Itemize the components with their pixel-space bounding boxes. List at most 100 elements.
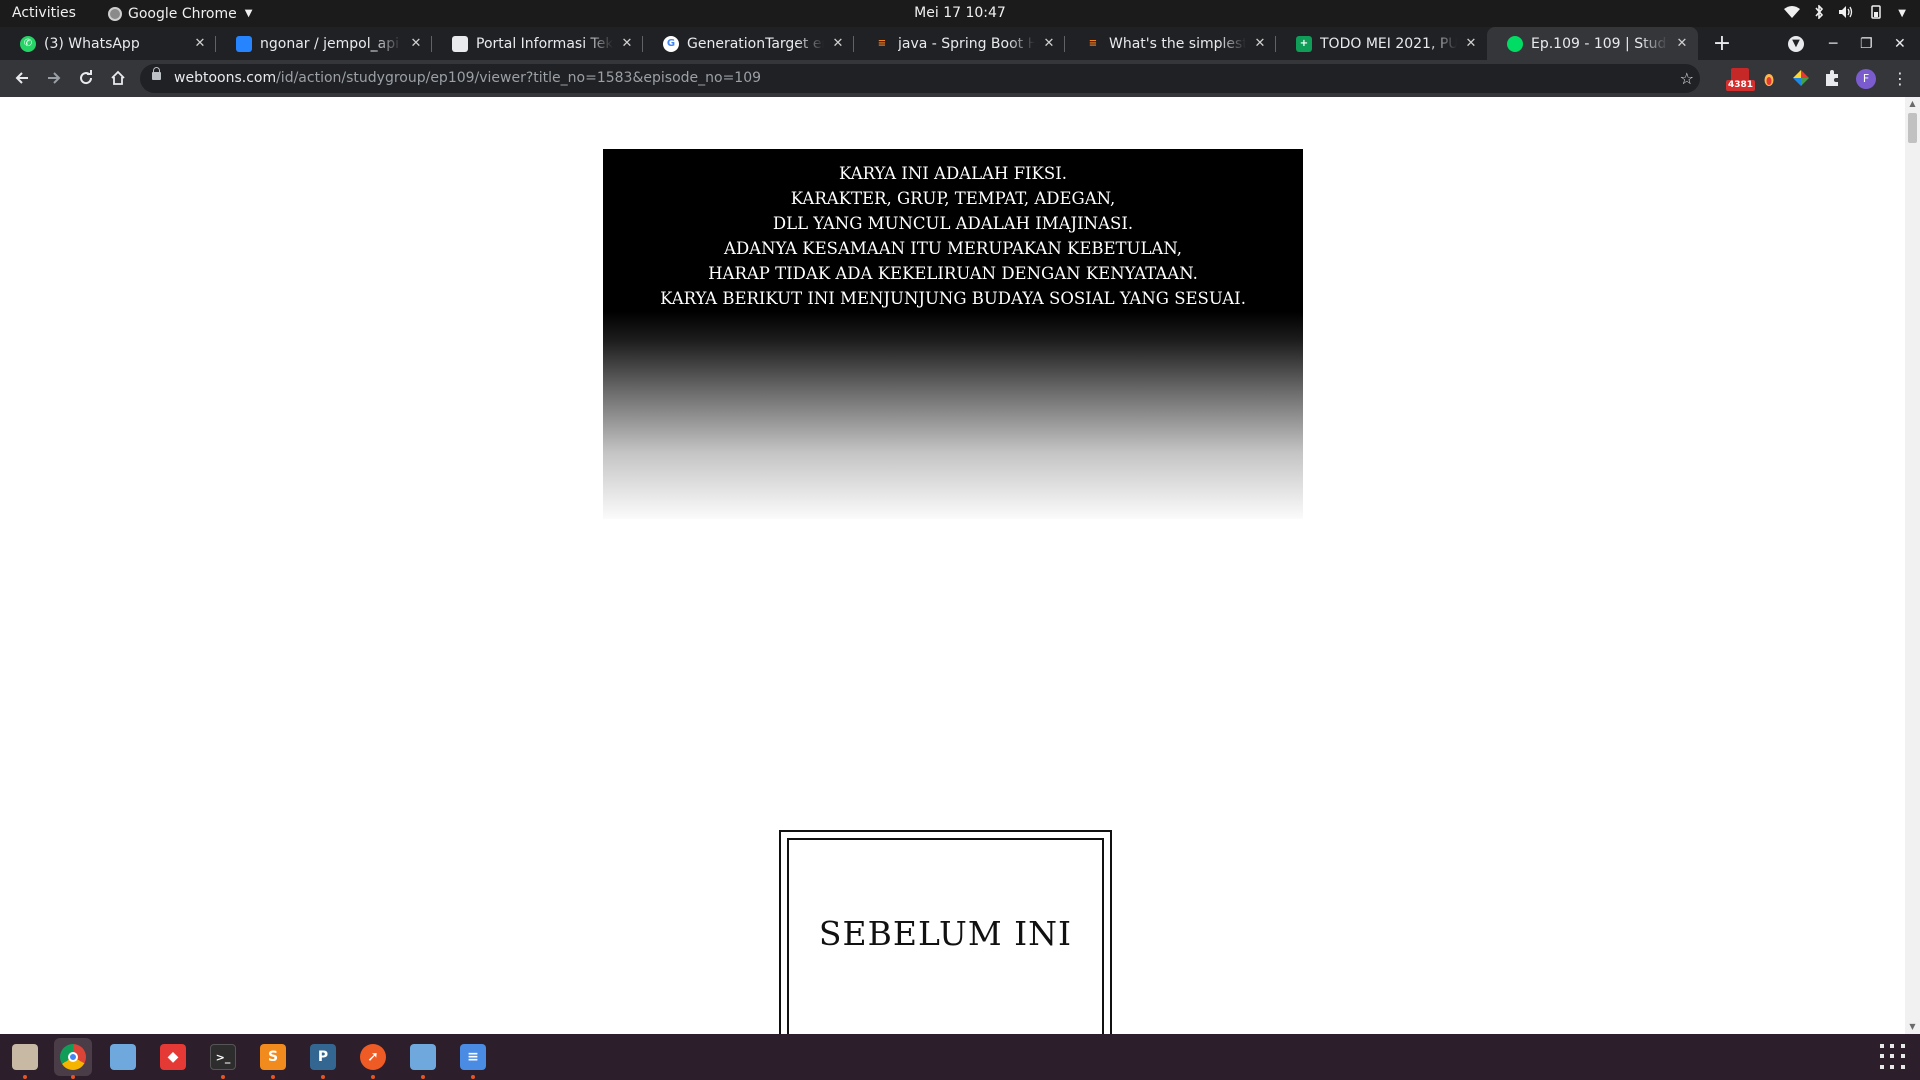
dock: ◆ >_ S P ➚ ≡ [0, 1034, 1920, 1080]
close-icon[interactable]: ✕ [1674, 36, 1690, 52]
stackoverflow-icon: ≡ [1088, 38, 1098, 49]
forward-button[interactable] [40, 60, 68, 97]
previously-title: SEBELUM INI [818, 914, 1073, 953]
scroll-up-arrow-icon[interactable]: ▲ [1905, 97, 1920, 111]
mail-checker-extension[interactable]: 4381 [1726, 68, 1756, 92]
dock-git-client[interactable]: ◆ [154, 1038, 192, 1076]
page-viewport: KARYA INI ADALAH FIKSI. KARAKTER, GRUP, … [0, 97, 1905, 1034]
address-bar[interactable]: webtoons.com/id/action/studygroup/ep109/… [140, 64, 1700, 93]
chrome-icon [108, 6, 122, 21]
tab-bitbucket[interactable]: ngonar / jempol_api · ✕ [216, 27, 432, 60]
minimize-button[interactable]: ─ [1829, 27, 1837, 60]
tab-stackoverflow-1[interactable]: ≡ java - Spring Boot Hib ✕ [854, 27, 1065, 60]
tab-title: (3) WhatsApp [44, 35, 140, 52]
tab-title: What's the simplest w [1109, 35, 1246, 52]
tab-strip: ✆ (3) WhatsApp ✕ ngonar / jempol_api · ✕… [0, 27, 1920, 60]
volume-icon [1838, 5, 1854, 23]
dock-virtualbox[interactable] [104, 1038, 142, 1076]
system-top-bar: Activities Google Chrome ▼ Mei 17 10:47 … [0, 0, 1920, 27]
minimize-icon: ─ [1829, 35, 1838, 52]
tab-portal-informasi[interactable]: Portal Informasi Tekn ✕ [432, 27, 643, 60]
sublime-icon: S [260, 1044, 286, 1070]
new-tab-button[interactable]: + [1708, 27, 1736, 60]
clock[interactable]: Mei 17 10:47 [0, 0, 1920, 27]
back-button[interactable] [8, 60, 36, 97]
profile-avatar[interactable]: F [1856, 69, 1876, 89]
restore-button[interactable]: ❐ [1860, 27, 1873, 60]
url-path: /id/action/studygroup/ep109/viewer?title… [276, 70, 762, 86]
tab-search-button[interactable]: ▼ [1788, 27, 1804, 60]
terminal-icon: >_ [210, 1044, 236, 1070]
dock-pgadmin[interactable]: P [304, 1038, 342, 1079]
chevron-down-icon: ▼ [244, 8, 253, 19]
app-menu[interactable]: Google Chrome ▼ [108, 0, 252, 27]
system-tray[interactable]: ▼ [1784, 0, 1906, 27]
home-button[interactable] [104, 60, 132, 97]
dock-terminal[interactable]: >_ [204, 1038, 242, 1079]
git-icon: ◆ [160, 1044, 186, 1070]
close-icon[interactable]: ✕ [619, 36, 635, 52]
battery-icon [1868, 4, 1884, 23]
disclaimer-line: KARYA INI ADALAH FIKSI. [839, 164, 1067, 183]
lock-icon[interactable] [152, 67, 161, 80]
forward-arrow-icon [48, 72, 61, 84]
bitbucket-icon [236, 35, 252, 52]
dock-postman[interactable]: ➚ [354, 1038, 392, 1079]
show-applications-icon[interactable] [1880, 1044, 1906, 1070]
back-arrow-icon [15, 72, 28, 84]
color-picker-extension[interactable] [1792, 69, 1810, 89]
document-icon: ≡ [460, 1044, 486, 1070]
files-icon [12, 1044, 38, 1070]
scrollbar-thumb[interactable] [1908, 113, 1917, 143]
dock-sublime[interactable]: S [254, 1038, 292, 1079]
google-icon: G [663, 35, 679, 52]
dock-files[interactable] [6, 1038, 44, 1079]
sheets-icon: + [1296, 35, 1312, 52]
dock-virtualbox-2[interactable] [404, 1038, 442, 1079]
tab-title: GenerationTarget enc [687, 35, 824, 52]
extension-icon[interactable] [1763, 69, 1775, 89]
app-menu-label: Google Chrome [128, 5, 237, 22]
dock-document[interactable]: ≡ [454, 1038, 492, 1079]
activities-button[interactable]: Activities [12, 0, 76, 27]
bluetooth-icon [1814, 3, 1824, 23]
page-icon [452, 35, 468, 52]
tab-webtoon-active[interactable]: Ep.109 - 109 | Study G ✕ [1487, 27, 1698, 60]
restore-icon: ❐ [1860, 35, 1873, 52]
chrome-icon [60, 1044, 86, 1070]
disclaimer-line: KARYA BERIKUT INI MENJUNJUNG BUDAYA SOSI… [660, 289, 1246, 308]
vertical-scrollbar[interactable]: ▲ ▼ [1905, 97, 1920, 1034]
extensions-button[interactable] [1824, 69, 1840, 89]
home-icon [111, 70, 125, 85]
close-icon[interactable]: ✕ [192, 36, 208, 52]
close-icon: ✕ [1894, 35, 1906, 52]
close-icon[interactable]: ✕ [1463, 36, 1479, 52]
scroll-down-arrow-icon[interactable]: ▼ [1905, 1020, 1920, 1034]
cube-icon [410, 1044, 436, 1070]
disclaimer-text: KARYA INI ADALAH FIKSI. KARAKTER, GRUP, … [603, 161, 1303, 311]
close-window-button[interactable]: ✕ [1894, 27, 1906, 60]
tab-google-sheets[interactable]: + TODO MEI 2021, PUSI ✕ [1276, 27, 1487, 60]
close-icon[interactable]: ✕ [1252, 36, 1268, 52]
postman-icon: ➚ [360, 1044, 386, 1070]
disclaimer-line: ADANYA KESAMAAN ITU MERUPAKAN KEBETULAN, [724, 239, 1182, 258]
stackoverflow-icon: ≡ [877, 38, 887, 49]
bookmark-star-icon[interactable]: ☆ [1680, 64, 1694, 93]
reload-icon [80, 70, 93, 85]
mail-count-badge: 4381 [1726, 80, 1756, 91]
tab-google-search[interactable]: G GenerationTarget enc ✕ [643, 27, 854, 60]
browser-toolbar: webtoons.com/id/action/studygroup/ep109/… [0, 60, 1920, 97]
tab-title: Portal Informasi Tekn [476, 35, 613, 52]
tab-whatsapp[interactable]: ✆ (3) WhatsApp ✕ [0, 27, 216, 60]
dock-chrome[interactable] [54, 1038, 92, 1079]
url-text[interactable]: webtoons.com/id/action/studygroup/ep109/… [174, 64, 761, 93]
close-icon[interactable]: ✕ [1041, 36, 1057, 52]
close-icon[interactable]: ✕ [408, 36, 424, 52]
more-menu-icon[interactable]: ⋮ [1890, 60, 1910, 97]
tab-search-icon: ▼ [1788, 35, 1804, 52]
tab-stackoverflow-2[interactable]: ≡ What's the simplest w ✕ [1065, 27, 1276, 60]
reload-button[interactable] [72, 60, 100, 97]
close-icon[interactable]: ✕ [830, 36, 846, 52]
tab-title: ngonar / jempol_api · [260, 35, 402, 52]
previously-panel: SEBELUM INI [779, 830, 1112, 1034]
